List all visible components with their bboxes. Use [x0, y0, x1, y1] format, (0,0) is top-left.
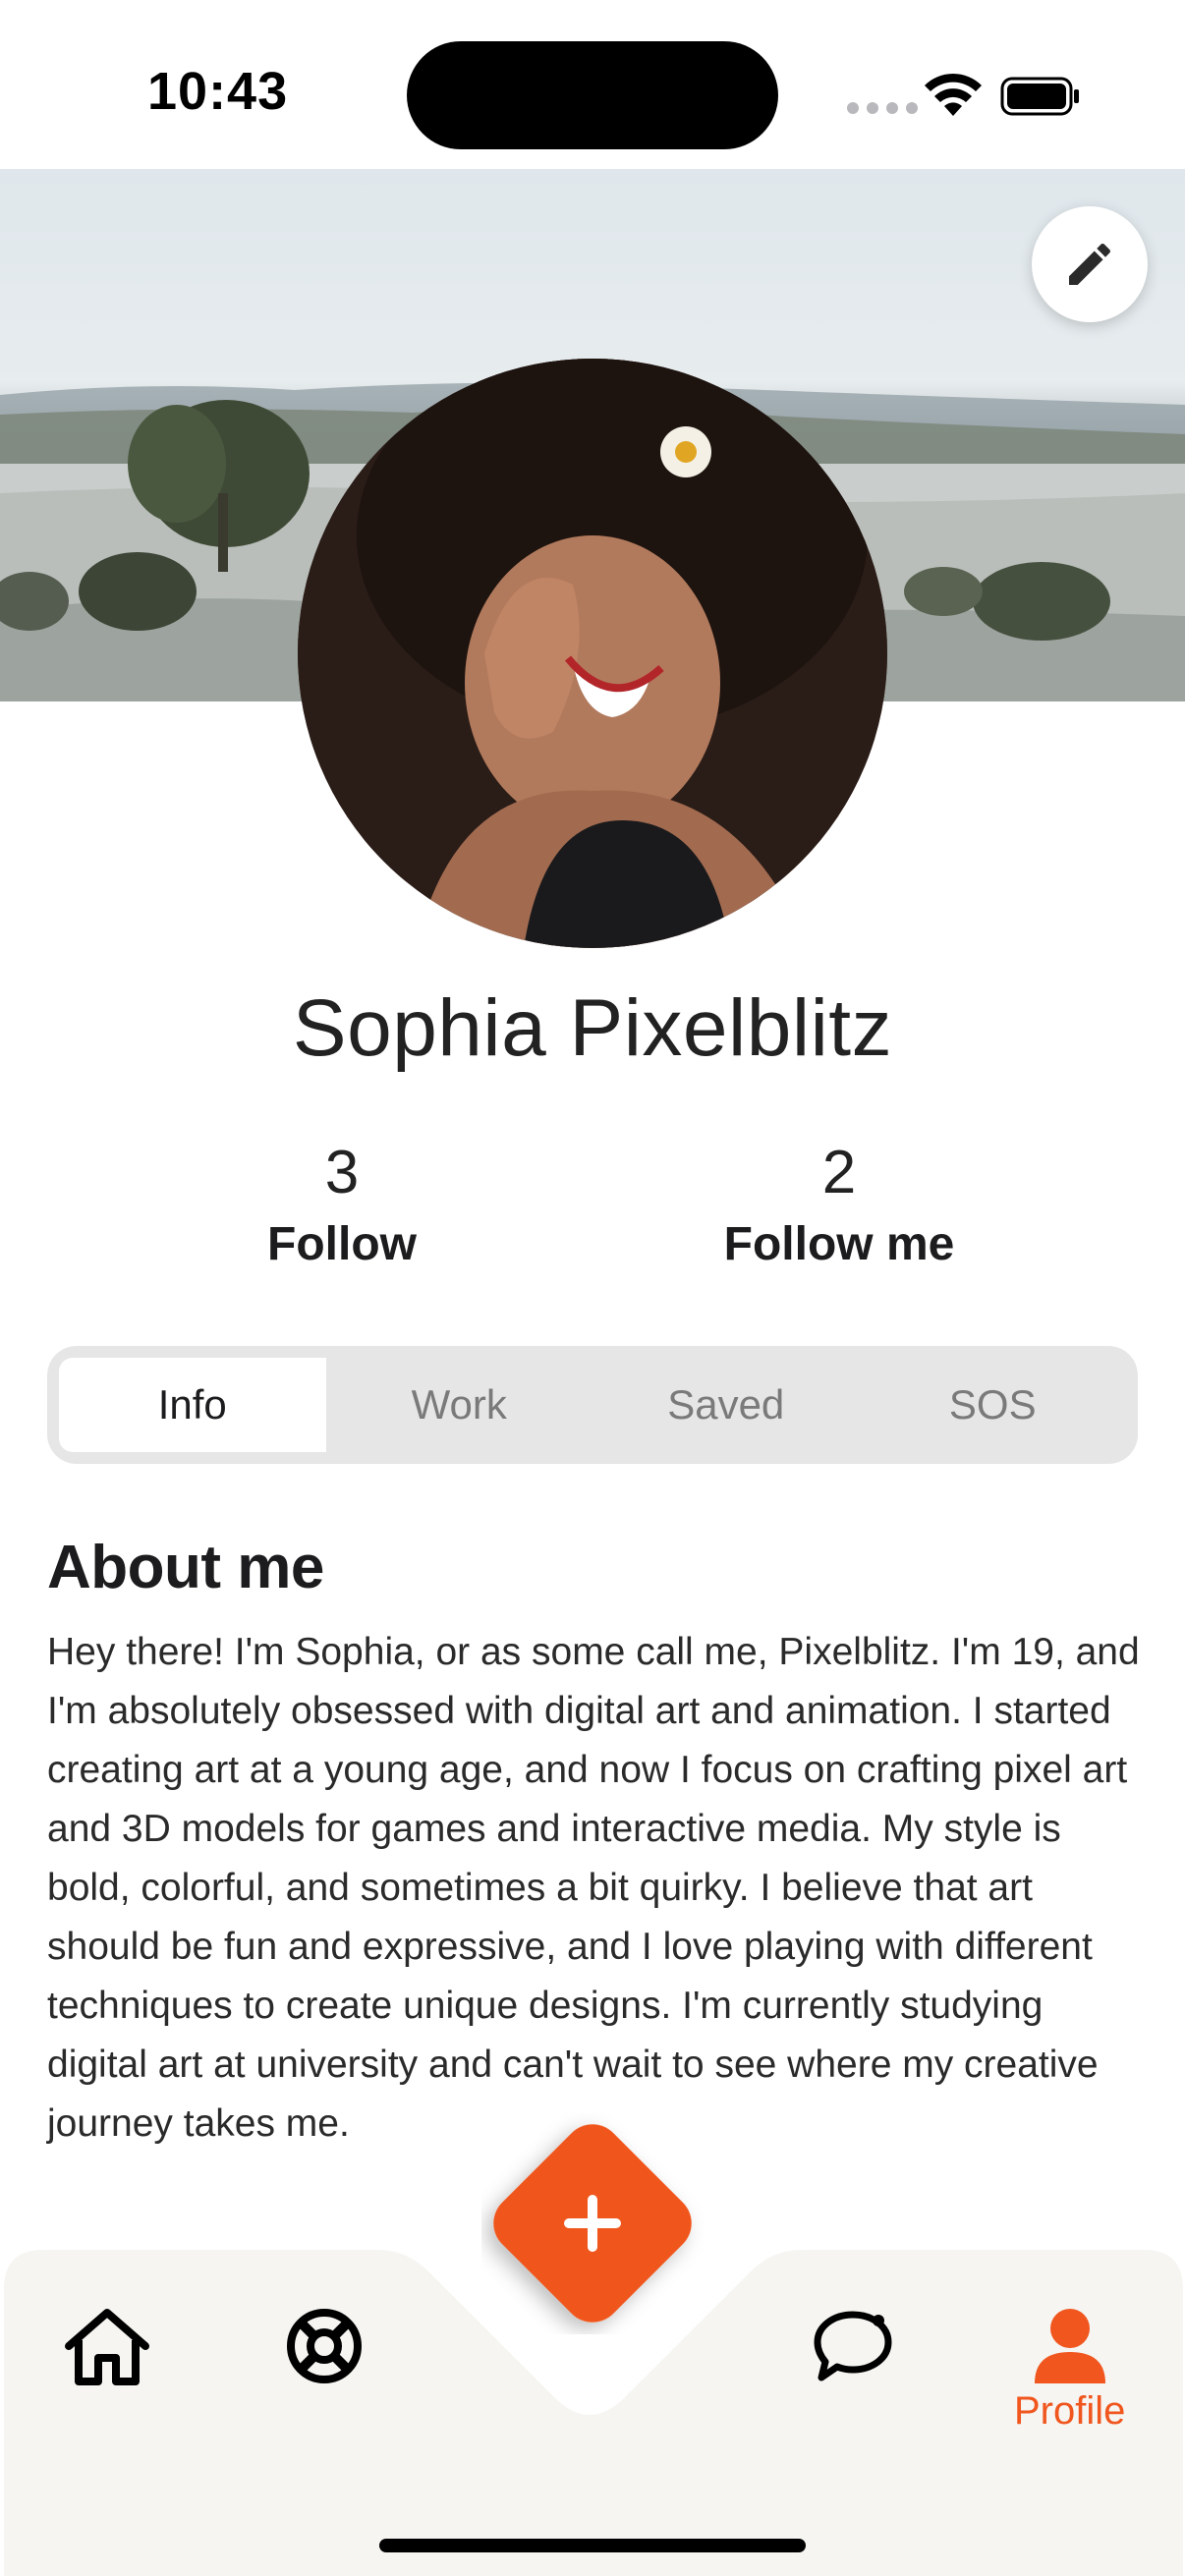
about-text: Hey there! I'm Sophia, or as some call m… — [47, 1631, 1140, 2145]
chat-icon — [814, 2311, 892, 2381]
pencil-icon — [1069, 243, 1110, 285]
profile-name: Sophia Pixelblitz — [292, 983, 893, 1073]
followers-stat[interactable]: 2 Follow me — [643, 1138, 1036, 1271]
plus-icon — [564, 2195, 621, 2252]
tab-saved[interactable]: Saved — [592, 1358, 860, 1452]
nav-chat[interactable] — [812, 2307, 894, 2385]
home-icon — [65, 2309, 149, 2385]
avatar — [298, 359, 887, 948]
tab-work[interactable]: Work — [326, 1358, 593, 1452]
battery-icon — [1000, 77, 1079, 116]
nav-home[interactable] — [61, 2307, 153, 2387]
nav-support[interactable] — [285, 2307, 364, 2385]
following-stat[interactable]: 3 Follow — [145, 1138, 538, 1271]
tab-sos[interactable]: SOS — [860, 1358, 1127, 1452]
profile-icon — [1034, 2309, 1105, 2383]
dynamic-island — [407, 41, 778, 149]
nav-profile-label: Profile — [1014, 2389, 1126, 2433]
nav-profile[interactable]: Profile — [1014, 2307, 1125, 2434]
create-button[interactable] — [481, 2112, 704, 2334]
wifi-icon — [925, 73, 982, 116]
status-time: 10:43 — [147, 62, 289, 121]
profile-tabs: Info Work Saved SOS — [47, 1346, 1138, 1464]
lifebuoy-icon — [287, 2309, 362, 2383]
cellular-signal-icon — [847, 102, 918, 114]
status-bar: 10:43 — [0, 0, 1185, 169]
followers-label: Follow me — [723, 1218, 955, 1270]
home-indicator — [379, 2539, 806, 2552]
about-heading: About me — [47, 1534, 324, 1601]
following-count: 3 — [324, 1139, 360, 1206]
edit-profile-button[interactable] — [1032, 206, 1148, 322]
tab-info[interactable]: Info — [59, 1358, 326, 1452]
followers-count: 2 — [821, 1139, 857, 1206]
following-label: Follow — [267, 1218, 417, 1270]
